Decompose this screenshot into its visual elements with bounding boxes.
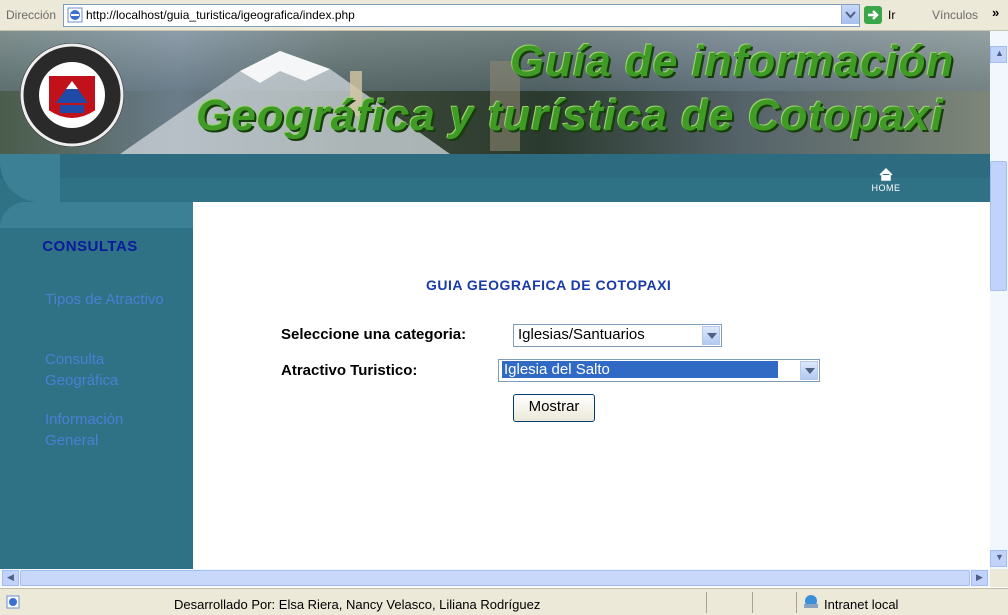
header-banner: Guía de información Geográfica y turísti…	[0, 31, 990, 154]
category-select[interactable]: Iglesias/Santuarios	[513, 324, 722, 347]
scroll-down-button[interactable]: ▼	[990, 550, 1007, 567]
university-logo	[20, 43, 124, 147]
url-text: http://localhost/guia_turistica/igeograf…	[86, 8, 355, 22]
home-label[interactable]: HOME	[866, 183, 906, 193]
status-text: Desarrollado Por: Elsa Riera, Nancy Vela…	[174, 597, 541, 612]
mostrar-button[interactable]: Mostrar	[513, 394, 595, 422]
sidebar-item-informacion-general[interactable]: Información General	[45, 409, 175, 451]
main-content: GUIA GEOGRAFICA DE COTOPAXI Seleccione u…	[193, 202, 990, 569]
chevron-right-icon: ▶	[976, 572, 983, 582]
sidebar-item-consulta-geografica[interactable]: Consulta Geográfica	[45, 349, 175, 391]
banner-title-line1: Guía de información	[510, 37, 955, 86]
attraction-label: Atractivo Turistico:	[281, 362, 418, 379]
navbar-upper-band	[0, 154, 990, 178]
banner-title-line2: Geográfica y turística de Cotopaxi	[196, 91, 944, 140]
page-viewport: Guía de información Geográfica y turísti…	[0, 31, 990, 569]
url-dropdown-button[interactable]	[841, 5, 859, 24]
attraction-value: Iglesia del Salto	[502, 361, 778, 378]
chevron-down-icon: ▼	[995, 552, 1004, 562]
address-label: Dirección	[6, 8, 57, 22]
chevron-down-icon	[845, 11, 856, 19]
page-title: GUIA GEOGRAFICA DE COTOPAXI	[426, 277, 672, 293]
navbar-curve	[0, 154, 60, 202]
horizontal-scrollbar[interactable]: ◀ ▶	[0, 569, 990, 587]
status-bar: Desarrollado Por: Elsa Riera, Nancy Vela…	[0, 588, 1008, 615]
url-input[interactable]: http://localhost/guia_turistica/igeograf…	[63, 4, 860, 27]
attraction-select[interactable]: Iglesia del Salto	[498, 359, 820, 382]
chevron-left-icon: ◀	[7, 572, 14, 582]
intranet-zone-icon	[804, 595, 818, 608]
status-divider	[796, 592, 797, 613]
page-done-icon	[6, 595, 20, 609]
scroll-right-button[interactable]: ▶	[971, 570, 988, 586]
sidebar-heading: CONSULTAS	[42, 238, 138, 255]
house-icon	[879, 167, 893, 181]
top-navbar: HOME	[0, 154, 990, 202]
scroll-left-button[interactable]: ◀	[2, 570, 19, 586]
scrollbar-corner	[990, 569, 1008, 587]
sidebar: CONSULTAS Tipos de Atractivo Consulta Ge…	[0, 202, 193, 569]
arrow-right-icon	[868, 10, 879, 20]
go-label[interactable]: Ir	[888, 8, 895, 22]
links-label[interactable]: Vínculos	[932, 8, 978, 22]
security-zone-label: Intranet local	[824, 597, 899, 612]
ie-page-icon	[67, 7, 83, 23]
go-button[interactable]	[864, 6, 882, 24]
address-bar: Dirección http://localhost/guia_turistic…	[0, 0, 1008, 31]
horizontal-scroll-thumb[interactable]	[20, 570, 970, 586]
home-link[interactable]: HOME	[866, 167, 906, 199]
status-divider	[706, 592, 707, 613]
toolbar-overflow-chevron[interactable]: »	[992, 5, 999, 20]
scroll-up-button[interactable]: ▲	[990, 46, 1007, 63]
sidebar-item-tipos-de-atractivo[interactable]: Tipos de Atractivo	[45, 289, 175, 310]
chevron-down-icon[interactable]	[702, 326, 720, 345]
category-value: Iglesias/Santuarios	[518, 326, 645, 343]
category-label: Seleccione una categoria:	[281, 326, 467, 343]
sidebar-tab	[0, 202, 193, 228]
vertical-scrollbar[interactable]: ▲ ▼	[990, 31, 1008, 569]
status-divider	[752, 592, 753, 613]
chevron-down-icon[interactable]	[800, 361, 818, 380]
vertical-scroll-thumb[interactable]	[990, 161, 1007, 291]
chevron-up-icon: ▲	[995, 48, 1004, 58]
